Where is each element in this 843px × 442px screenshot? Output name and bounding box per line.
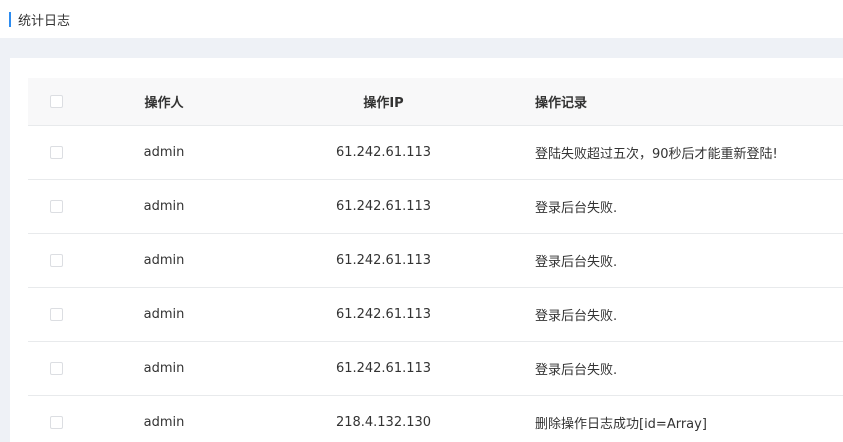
- table-row[interactable]: admin 61.242.61.113 登录后台失败.: [28, 234, 843, 288]
- record-cell: 登陆失败超过五次，90秒后才能重新登陆!: [535, 147, 778, 162]
- operator-cell: admin: [143, 415, 185, 430]
- ip-cell: 61.242.61.113: [335, 145, 432, 160]
- page-header: 统计日志: [0, 0, 843, 38]
- row-checkbox-cell: [28, 308, 84, 321]
- ip-cell: 61.242.61.113: [335, 253, 432, 268]
- row-checkbox-cell: [28, 416, 84, 429]
- ip-cell: 218.4.132.130: [335, 415, 432, 430]
- row-checkbox[interactable]: [49, 362, 63, 375]
- row-checkbox-cell: [28, 146, 84, 159]
- log-panel: 操作人 操作IP 操作记录 admin 61.242.61.113 登陆失败超过…: [10, 58, 843, 442]
- record-cell: 登录后台失败.: [535, 255, 618, 270]
- row-checkbox[interactable]: [49, 254, 63, 267]
- column-header-operator[interactable]: 操作人: [84, 92, 244, 111]
- record-cell: 登录后台失败.: [535, 309, 618, 324]
- table-row[interactable]: admin 61.242.61.113 登录后台失败.: [28, 180, 843, 234]
- ip-cell: 61.242.61.113: [335, 199, 432, 214]
- log-table: 操作人 操作IP 操作记录 admin 61.242.61.113 登陆失败超过…: [28, 78, 843, 442]
- operator-cell: admin: [143, 361, 185, 376]
- row-checkbox[interactable]: [49, 416, 63, 429]
- operator-cell: admin: [143, 253, 185, 268]
- row-checkbox[interactable]: [49, 200, 63, 213]
- select-all-checkbox[interactable]: [49, 95, 63, 108]
- table-row[interactable]: admin 61.242.61.113 登录后台失败.: [28, 342, 843, 396]
- column-header-ip[interactable]: 操作IP: [244, 92, 523, 111]
- ip-cell: 61.242.61.113: [335, 361, 432, 376]
- select-all-cell: [28, 95, 84, 108]
- table-header-row: 操作人 操作IP 操作记录: [28, 78, 843, 126]
- row-checkbox[interactable]: [49, 146, 63, 159]
- table-row[interactable]: admin 61.242.61.113 登录后台失败.: [28, 288, 843, 342]
- record-cell: 登录后台失败.: [535, 363, 618, 378]
- table-row[interactable]: admin 61.242.61.113 登陆失败超过五次，90秒后才能重新登陆!: [28, 126, 843, 180]
- row-checkbox[interactable]: [49, 308, 63, 321]
- operator-cell: admin: [143, 199, 185, 214]
- record-cell: 删除操作日志成功[id=Array]: [535, 417, 707, 432]
- column-header-record[interactable]: 操作记录: [523, 92, 843, 111]
- table-row[interactable]: admin 218.4.132.130 删除操作日志成功[id=Array]: [28, 396, 843, 442]
- page-title: 统计日志: [18, 13, 71, 29]
- header-accent-bar: [9, 11, 11, 27]
- record-cell: 登录后台失败.: [535, 201, 618, 216]
- page: 统计日志 操作人 操作IP 操作记录 admin 61.242.61.113 登…: [0, 0, 843, 442]
- row-checkbox-cell: [28, 362, 84, 375]
- row-checkbox-cell: [28, 254, 84, 267]
- row-checkbox-cell: [28, 200, 84, 213]
- ip-cell: 61.242.61.113: [335, 307, 432, 322]
- operator-cell: admin: [143, 145, 185, 160]
- operator-cell: admin: [143, 307, 185, 322]
